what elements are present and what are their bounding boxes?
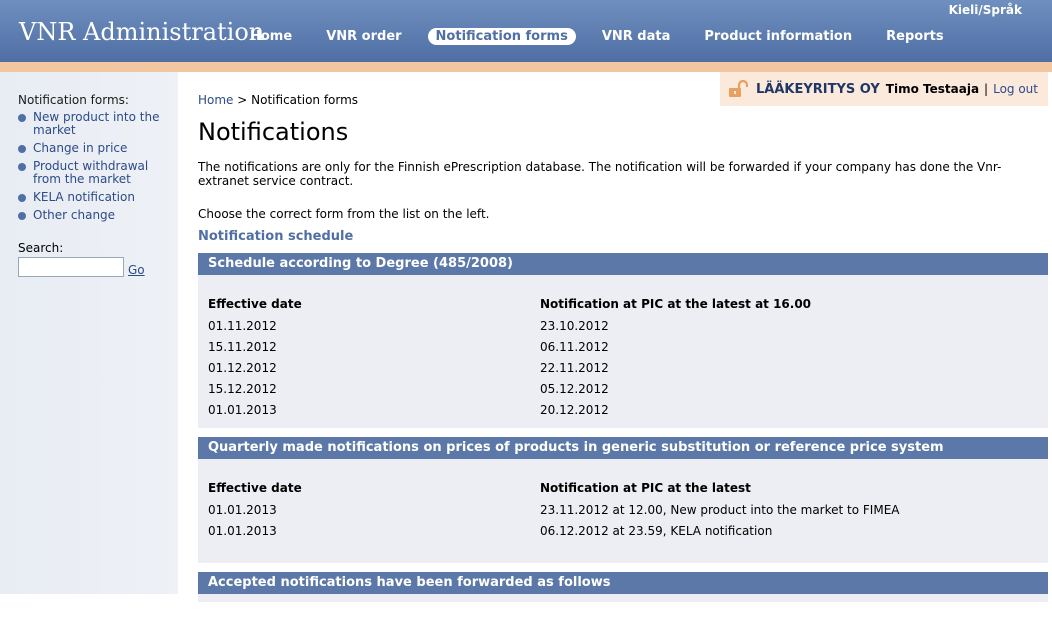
panel-title: Quarterly made notifications on prices o…: [198, 437, 1048, 459]
panel-body: Effective date Notification at PIC at th…: [198, 275, 1048, 428]
table-row: 01.01.2013 20.12.2012: [208, 399, 811, 420]
schedule-panel-quarterly: Quarterly made notifications on prices o…: [198, 437, 1048, 563]
app-title: VNR Administration: [19, 18, 265, 46]
table-cell: 01.01.2013: [208, 523, 277, 538]
top-header: VNR Administration Kieli/Språk Home VNR …: [0, 0, 1052, 62]
search-go-link[interactable]: Go: [128, 263, 145, 277]
breadcrumb-current: Notification forms: [251, 93, 359, 107]
table-cell: 01.11.2012: [208, 318, 277, 333]
panel-body: Effective date Notification at PIC at th…: [198, 459, 1048, 563]
forwarding-panel: Accepted notifications have been forward…: [198, 572, 1048, 602]
choose-text: Choose the correct form from the list on…: [198, 207, 490, 221]
sidebar-link-new-product[interactable]: New product into the market: [33, 110, 159, 137]
sidebar-link-kela-notification[interactable]: KELA notification: [33, 190, 135, 204]
table-row: 15.11.2012 06.11.2012: [208, 336, 811, 357]
table-cell: 01.01.2013: [208, 502, 277, 517]
table-cell: 01.12.2012: [208, 360, 277, 375]
sidebar: Notification forms: New product into the…: [0, 72, 178, 594]
column-header: Notification at PIC at the latest at 16.…: [540, 297, 812, 311]
main-nav: Home VNR order Notification forms VNR da…: [242, 28, 970, 45]
table-cell: 23.10.2012: [540, 318, 609, 333]
breadcrumb: Home > Notification forms: [198, 93, 1048, 107]
table-cell: 06.11.2012: [540, 339, 609, 354]
table-row: 15.12.2012 05.12.2012: [208, 378, 811, 399]
table-header-row: Effective date Notification at PIC at th…: [208, 295, 811, 315]
nav-reports[interactable]: Reports: [878, 28, 951, 45]
table-cell: 05.12.2012: [540, 381, 609, 396]
sidebar-item-change-in-price: Change in price: [18, 142, 176, 155]
panel-body: [198, 594, 1048, 602]
table-cell: 15.12.2012: [208, 381, 277, 396]
sidebar-item-kela-notification: KELA notification: [18, 191, 176, 204]
nav-vnr-order[interactable]: VNR order: [318, 28, 409, 45]
page-title: Notifications: [198, 118, 349, 146]
sidebar-list: New product into the market Change in pr…: [18, 111, 176, 227]
intro-text: The notifications are only for the Finni…: [198, 160, 1002, 188]
bullet-icon: [18, 212, 26, 220]
bullet-icon: [18, 194, 26, 202]
sidebar-link-product-withdrawal[interactable]: Product withdrawal from the market: [33, 159, 148, 186]
sidebar-link-other-change[interactable]: Other change: [33, 208, 115, 222]
nav-product-information[interactable]: Product information: [696, 28, 860, 45]
bullet-icon: [18, 145, 26, 153]
column-header: Effective date: [208, 297, 302, 311]
bullet-icon: [18, 163, 26, 171]
sidebar-item-product-withdrawal: Product withdrawal from the market: [18, 160, 176, 186]
table-row: 01.12.2012 22.11.2012: [208, 357, 811, 378]
nav-notification-forms[interactable]: Notification forms: [427, 28, 576, 45]
table-cell: 01.01.2013: [208, 402, 277, 417]
nav-home[interactable]: Home: [242, 28, 300, 45]
table-cell: 22.11.2012: [540, 360, 609, 375]
sidebar-heading: Notification forms:: [18, 93, 129, 107]
table-row: 01.11.2012 23.10.2012: [208, 315, 811, 336]
schedule-panel-degree: Schedule according to Degree (485/2008) …: [198, 253, 1048, 428]
schedule-table: Effective date Notification at PIC at th…: [208, 295, 811, 420]
table-cell: 15.11.2012: [208, 339, 277, 354]
schedule-table: Effective date Notification at PIC at th…: [208, 479, 900, 541]
search-label: Search:: [18, 241, 64, 255]
table-header-row: Effective date Notification at PIC at th…: [208, 479, 900, 499]
table-cell: 20.12.2012: [540, 402, 609, 417]
accent-bar: [0, 62, 1052, 72]
main-content: Home > Notification forms Notifications …: [198, 93, 1048, 602]
language-link[interactable]: Kieli/Språk: [949, 3, 1022, 17]
breadcrumb-home[interactable]: Home: [198, 93, 233, 107]
bullet-icon: [18, 114, 26, 122]
column-header: Effective date: [208, 481, 302, 495]
table-row: 01.01.2013 23.11.2012 at 12.00, New produ…: [208, 499, 900, 520]
nav-vnr-data[interactable]: VNR data: [594, 28, 679, 45]
schedule-heading: Notification schedule: [198, 229, 354, 244]
table-row: 01.01.2013 06.12.2012 at 23.59, KELA noti…: [208, 520, 900, 541]
panel-title: Schedule according to Degree (485/2008): [198, 253, 1048, 275]
panel-title: Accepted notifications have been forward…: [198, 572, 1048, 594]
breadcrumb-separator: >: [237, 93, 248, 107]
column-header: Notification at PIC at the latest: [540, 481, 751, 495]
sidebar-item-new-product: New product into the market: [18, 111, 176, 137]
table-cell: 23.11.2012 at 12.00, New product into th…: [540, 502, 900, 517]
sidebar-link-change-in-price[interactable]: Change in price: [33, 141, 127, 155]
table-cell: 06.12.2012 at 23.59, KELA notification: [540, 523, 773, 538]
search-input[interactable]: [18, 257, 124, 277]
sidebar-item-other-change: Other change: [18, 209, 176, 222]
